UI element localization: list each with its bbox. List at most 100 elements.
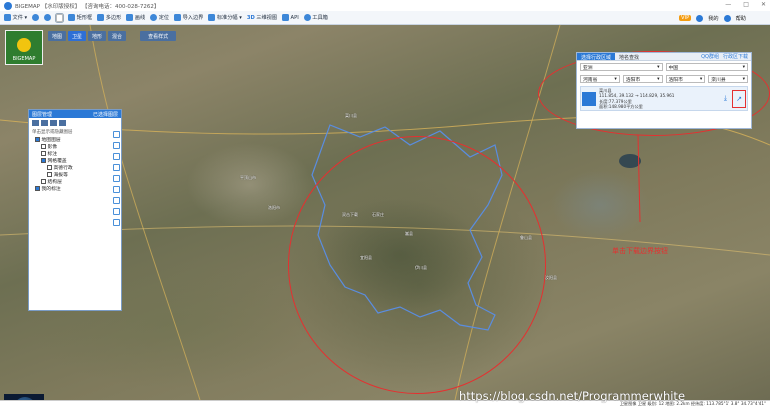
- map-mode-hybrid[interactable]: 混合: [108, 31, 127, 41]
- place-label: 鲁山县: [520, 235, 532, 240]
- place-label: 石家庄: [372, 212, 384, 217]
- place-label: 洛阳市: [268, 205, 280, 210]
- checkbox[interactable]: [41, 144, 46, 149]
- region-select-row-2: 河南省 ▾ 洛阳市 ▾ 洛阳市 ▾ 栾川县 ▾: [577, 73, 751, 85]
- minimize-icon[interactable]: —: [725, 1, 731, 8]
- add-layer-icon[interactable]: [32, 120, 39, 126]
- layer-search-icon[interactable]: [59, 120, 66, 126]
- region-select-row-1: 亚洲 ▾ 中国 ▾: [577, 61, 751, 73]
- chevron-down-icon: ▾: [699, 76, 703, 82]
- 3d-view-button[interactable]: 3D 三维视图: [247, 14, 277, 22]
- circle-icon[interactable]: [113, 197, 120, 204]
- help-label[interactable]: 帮助: [736, 15, 746, 22]
- checkbox[interactable]: [35, 186, 40, 191]
- annotation-leader-line: [637, 134, 641, 223]
- layer-settings-icon[interactable]: [50, 120, 57, 126]
- layer-tree-item[interactable]: 高德行政: [35, 164, 121, 171]
- avatar[interactable]: [696, 14, 704, 22]
- window-controls: — □ ✕: [725, 1, 766, 8]
- api-icon: [282, 14, 290, 21]
- line-icon[interactable]: [113, 164, 120, 171]
- city-select[interactable]: 洛阳市 ▾: [622, 75, 663, 83]
- import-boundary-button[interactable]: 导入边界: [174, 14, 203, 21]
- place-label: 嵩县: [405, 231, 413, 236]
- download-boundary-icon[interactable]: ↗: [732, 89, 746, 108]
- map-mode-terrain[interactable]: 地形: [88, 31, 107, 41]
- county-select[interactable]: 栾川县 ▾: [708, 75, 748, 83]
- region-result-area: 面积:148.980平方公里: [599, 103, 643, 109]
- checkbox[interactable]: [41, 158, 46, 163]
- place-label: 平顶山市: [240, 175, 256, 180]
- checkbox[interactable]: [47, 165, 52, 170]
- polyline-icon[interactable]: [113, 175, 120, 182]
- locate-button[interactable]: 定位: [150, 14, 169, 21]
- region-result[interactable]: 栾川县 111.854, 39.132 → 114.829, 35.961 长度…: [580, 86, 748, 111]
- place-label: 伊川县: [415, 265, 427, 270]
- layer-panel-tools: [29, 118, 121, 128]
- close-icon[interactable]: ✕: [761, 1, 766, 8]
- save-layer-icon[interactable]: [41, 120, 48, 126]
- checkbox[interactable]: [41, 179, 46, 184]
- draw-line-button[interactable]: 画线: [126, 14, 145, 21]
- layer-tree-item[interactable]: 影像: [35, 143, 121, 150]
- layer-panel-title: 图层管理: [32, 111, 53, 118]
- reservoir: [619, 154, 641, 168]
- country-select[interactable]: 中国 ▾: [665, 63, 748, 71]
- search-tabs: 选择行政区域 地名查找 QQ群组 行政区下载: [577, 53, 751, 61]
- map-style-button[interactable]: 查看样式: [140, 31, 177, 41]
- layer-tree-item[interactable]: 我的标注: [35, 185, 121, 192]
- maximize-icon[interactable]: □: [743, 1, 749, 8]
- layer-tree-item[interactable]: 地图图层: [35, 136, 121, 143]
- layer-panel-action[interactable]: 已选择图层: [93, 111, 118, 118]
- layer-tree-item[interactable]: 标注: [35, 150, 121, 157]
- tab-place-search[interactable]: 地名查找: [615, 53, 643, 61]
- vip-badge[interactable]: VIP: [679, 15, 692, 21]
- pointer-icon[interactable]: [113, 142, 120, 149]
- chevron-down-icon: ▾: [657, 64, 660, 70]
- province-select[interactable]: 河南省 ▾: [580, 75, 620, 83]
- user-menu-label[interactable]: 我的: [708, 15, 718, 22]
- polygon-select-button[interactable]: 多边形: [97, 14, 121, 21]
- brand-label: BIGEMAP: [12, 56, 36, 62]
- main-toolbar: 文件 ▾ 矩形框 多边形 画线 定位 导入边界 标准分幅 ▾ 3D 三维视图 AP…: [0, 11, 770, 25]
- brand-logo-icon: [17, 38, 31, 52]
- zoom-out-icon: [44, 14, 52, 21]
- map-mode-map[interactable]: 地图: [48, 31, 67, 41]
- api-button[interactable]: API: [282, 14, 299, 21]
- checkbox[interactable]: [47, 172, 52, 177]
- checkbox[interactable]: [35, 137, 40, 142]
- continent-select[interactable]: 亚洲 ▾: [580, 63, 663, 71]
- hand-icon: [55, 12, 65, 23]
- region-download-link[interactable]: 行政区下载: [723, 53, 748, 60]
- polygon-icon[interactable]: [113, 208, 120, 215]
- tab-admin-region[interactable]: 选择行政区域: [577, 53, 616, 61]
- place-label: 栾川县: [345, 113, 357, 118]
- rectangle-icon[interactable]: [113, 186, 120, 193]
- layer-tree-item[interactable]: 海拔等: [35, 171, 121, 178]
- zoom-in-button[interactable]: [32, 14, 40, 21]
- rectangle-select-button[interactable]: 矩形框: [68, 14, 92, 21]
- marker-icon[interactable]: [113, 153, 120, 160]
- watermark: https://blog.csdn.net/Programmerwhite: [459, 389, 686, 403]
- search-panel-links: QQ群组 行政区下载: [701, 53, 751, 60]
- qq-group-link[interactable]: QQ群组: [701, 53, 719, 60]
- layer-tree-item[interactable]: 网格覆盖: [35, 157, 121, 164]
- help-icon[interactable]: [723, 14, 731, 22]
- toolbox-button[interactable]: 工具箱: [303, 14, 328, 21]
- download-icon[interactable]: ⤓: [724, 94, 727, 103]
- map-canvas[interactable]: 地图 卫星 地形 混合 查看样式 BIGEMAP 平顶山市 洛阳市 嵩县 栾川县…: [0, 25, 770, 400]
- district-select[interactable]: 洛阳市 ▾: [665, 75, 706, 83]
- zoom-out-button[interactable]: [44, 14, 52, 21]
- standard-grid-button[interactable]: 标准分幅 ▾: [208, 14, 242, 21]
- line-icon: [126, 14, 134, 21]
- layer-tree-item[interactable]: 结构层: [35, 178, 121, 185]
- eraser-icon[interactable]: [113, 219, 120, 226]
- file-menu-button[interactable]: 文件 ▾: [4, 14, 27, 21]
- place-label: 汝阳县: [545, 275, 557, 280]
- map-mode-satellite[interactable]: 卫星: [68, 31, 87, 41]
- pan-button[interactable]: [55, 12, 65, 23]
- layer-panel-hint: 单击显示或隐藏图层: [32, 130, 73, 135]
- chevron-down-icon: ▾: [614, 76, 617, 82]
- hand-icon[interactable]: [113, 131, 120, 138]
- checkbox[interactable]: [41, 151, 46, 156]
